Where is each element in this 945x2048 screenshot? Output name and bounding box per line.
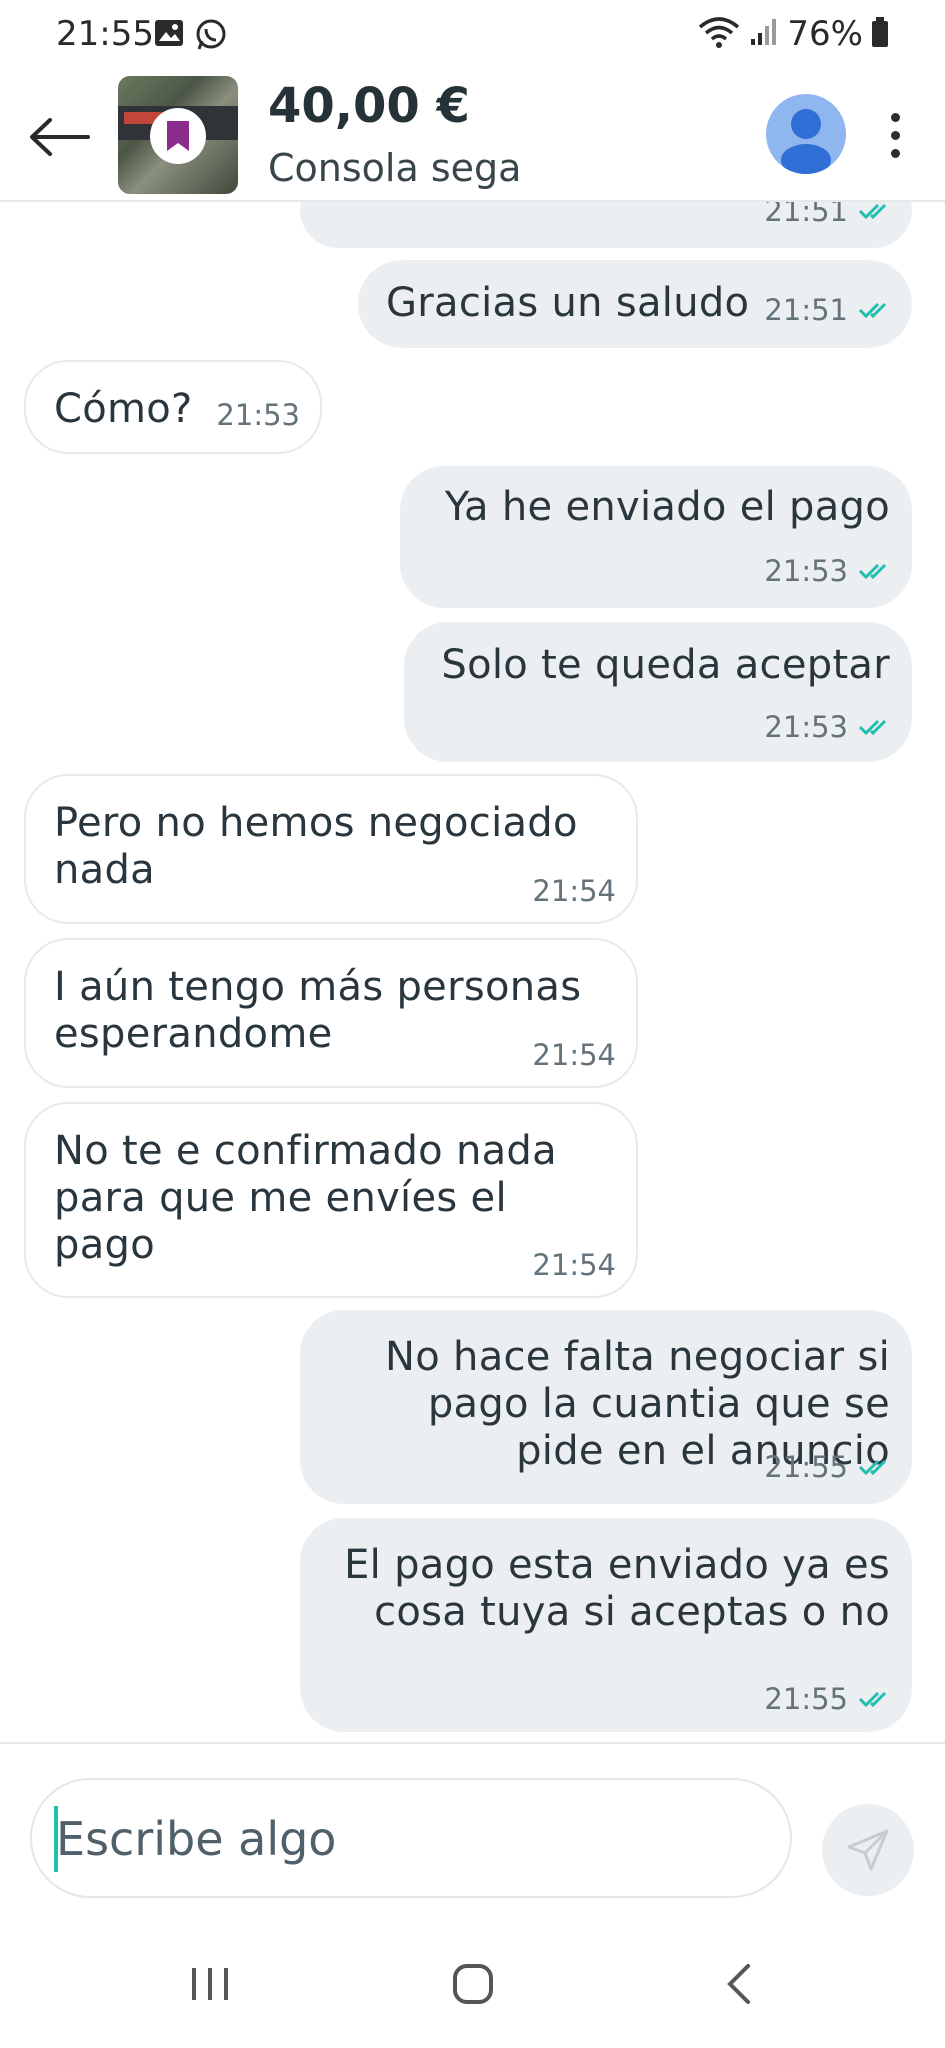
message-line: Cómo? xyxy=(54,386,193,432)
status-time: 21:55 xyxy=(56,14,154,54)
recent-apps-icon[interactable] xyxy=(180,1954,240,2014)
read-check-icon xyxy=(858,1682,892,1716)
message-line: Ya he enviado el pago xyxy=(444,484,890,530)
read-check-icon xyxy=(858,203,887,220)
message-line: esperandome xyxy=(54,1011,333,1057)
message-line: pago xyxy=(54,1222,155,1268)
message-time: 21:55 xyxy=(764,1450,848,1484)
message-bubble-incoming[interactable]: No te e confirmado nada para que me envíe… xyxy=(24,1102,638,1298)
wifi-icon xyxy=(697,15,741,53)
message-line: nada xyxy=(54,847,155,893)
message-meta: 21:53 xyxy=(216,398,300,432)
message-line: cosa tuya si aceptas o no xyxy=(374,1589,890,1635)
message-line: Solo te queda aceptar xyxy=(441,642,890,688)
back-icon[interactable] xyxy=(710,1954,770,2014)
status-bar: 21:55 76% xyxy=(0,0,945,72)
message-time: 21:55 xyxy=(764,1682,848,1716)
battery-icon xyxy=(871,17,889,51)
message-time: 21:53 xyxy=(764,554,848,588)
message-text: Gracias un saludo xyxy=(386,280,749,327)
message-bubble-outgoing[interactable]: El pago esta enviado ya es cosa tuya si a… xyxy=(300,1518,912,1732)
message-meta: 21:51 xyxy=(764,293,892,327)
read-check-icon xyxy=(858,563,887,580)
message-text: I aún tengo más personas esperandome xyxy=(54,964,581,1058)
send-button[interactable] xyxy=(822,1804,914,1896)
read-check-icon xyxy=(858,710,892,744)
message-text: Pero no hemos negociado nada xyxy=(54,800,578,894)
signal-icon xyxy=(749,17,779,51)
message-meta: 21:54 xyxy=(532,874,616,908)
message-line: El pago esta enviado ya es xyxy=(344,1542,890,1588)
home-icon[interactable] xyxy=(443,1954,503,2014)
send-icon xyxy=(847,1829,889,1871)
read-check-icon xyxy=(858,302,887,319)
message-bubble-outgoing[interactable]: Ya he enviado el pago 21:53 xyxy=(400,466,912,608)
message-line: No hace falta negociar si xyxy=(385,1334,890,1380)
message-meta: 21:53 xyxy=(764,554,892,588)
message-line: I aún tengo más personas xyxy=(54,964,582,1010)
item-title[interactable]: Consola sega xyxy=(268,146,521,190)
read-check-icon xyxy=(858,554,892,588)
message-time: 21:54 xyxy=(532,874,616,908)
message-line: Gracias un saludo xyxy=(386,280,750,326)
read-check-icon xyxy=(858,719,887,736)
message-bubble-outgoing[interactable]: pagado21:51 xyxy=(300,202,912,248)
whatsapp-icon xyxy=(194,18,228,56)
message-list[interactable]: pagado21:51 Gracias un saludo 21:51 Cómo? 21… xyxy=(0,202,945,1742)
message-text: El pago esta enviado ya es cosa tuya si a… xyxy=(344,1542,890,1636)
message-line: pago la cuantia que se xyxy=(427,1381,890,1427)
message-meta: 21:54 xyxy=(532,1038,616,1072)
message-bubble-outgoing[interactable]: No hace falta negociar si pago la cuantia… xyxy=(300,1310,912,1504)
message-text: Ya he enviado el pago xyxy=(445,484,890,531)
message-meta: 21:55 xyxy=(764,1682,892,1716)
read-check-icon xyxy=(858,1450,892,1484)
message-meta: 21:55 xyxy=(764,1450,892,1484)
message-bubble-incoming[interactable]: Pero no hemos negociado nada 21:54 xyxy=(24,774,638,924)
battery-level: 76% xyxy=(787,14,863,54)
back-arrow-icon xyxy=(30,118,90,156)
message-time: 21:51 xyxy=(764,293,848,327)
read-check-icon xyxy=(858,293,892,327)
message-bubble-outgoing[interactable]: Gracias un saludo 21:51 xyxy=(358,260,912,348)
message-time: 21:54 xyxy=(532,1248,616,1282)
message-input[interactable]: Escribe algo xyxy=(30,1778,792,1898)
avatar-icon[interactable] xyxy=(766,94,846,174)
message-text: No te e confirmado nada para que me envíe… xyxy=(54,1128,557,1269)
message-meta: 21:51 xyxy=(764,202,892,228)
back-button[interactable] xyxy=(26,104,92,170)
message-time: 21:53 xyxy=(764,710,848,744)
item-price[interactable]: 40,00 € xyxy=(268,78,470,134)
read-check-icon xyxy=(858,202,892,228)
message-line: No te e confirmado nada xyxy=(54,1128,557,1174)
message-meta: 21:54 xyxy=(532,1248,616,1282)
system-nav-bar xyxy=(0,1902,945,2048)
read-check-icon xyxy=(858,1459,887,1476)
chat-header: 40,00 € Consola sega xyxy=(0,72,945,202)
composer-bar: Escribe algo xyxy=(0,1742,945,1902)
message-text: Cómo? xyxy=(54,386,193,433)
bookmark-icon xyxy=(150,108,206,164)
message-line: para que me envíes el xyxy=(54,1175,507,1221)
message-time: 21:53 xyxy=(216,398,300,432)
message-bubble-outgoing[interactable]: Solo te queda aceptar 21:53 xyxy=(404,622,912,762)
message-placeholder: Escribe algo xyxy=(56,1812,337,1866)
item-thumbnail[interactable] xyxy=(118,76,238,194)
message-text: Solo te queda aceptar xyxy=(441,642,890,689)
message-time: 21:54 xyxy=(532,1038,616,1072)
message-time: 21:51 xyxy=(764,202,848,228)
message-bubble-incoming[interactable]: I aún tengo más personas esperandome 21:54 xyxy=(24,938,638,1088)
gallery-icon xyxy=(154,18,186,56)
message-bubble-incoming[interactable]: Cómo? 21:53 xyxy=(24,360,322,454)
message-line: Pero no hemos negociado xyxy=(54,800,578,846)
message-meta: 21:53 xyxy=(764,710,892,744)
read-check-icon xyxy=(858,1691,887,1708)
more-vert-icon[interactable] xyxy=(870,100,920,170)
